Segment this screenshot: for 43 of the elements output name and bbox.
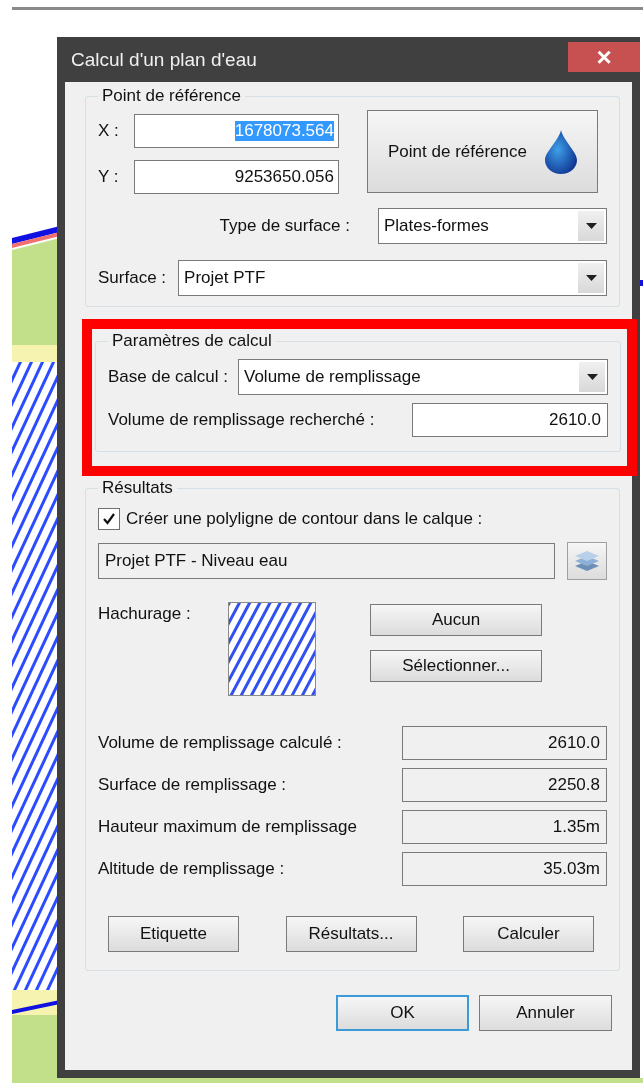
field-label: Hachurage :: [98, 604, 192, 624]
layers-button[interactable]: [567, 542, 607, 580]
caret-icon: [586, 374, 598, 380]
group-title: Point de référence: [101, 86, 242, 106]
caret-icon: [585, 275, 597, 281]
field-label: X :: [98, 121, 120, 141]
checkbox[interactable]: [98, 508, 120, 530]
input-field[interactable]: 2610.0: [412, 403, 608, 437]
field-label: Type de surface :: [219, 216, 350, 236]
readonly-field[interactable]: 1.35m: [402, 810, 607, 844]
field-label: Y :: [98, 167, 120, 187]
dialog-button[interactable]: OK: [336, 995, 469, 1031]
field-label: Altitude de remplissage :: [98, 859, 285, 879]
field-label: Volume de remplissage calculé :: [98, 733, 342, 753]
action-button[interactable]: Résultats...: [285, 916, 417, 952]
action-button[interactable]: Calculer: [463, 916, 594, 952]
readonly-field[interactable]: 2250.8: [402, 768, 607, 802]
layer-field[interactable]: Projet PTF - Niveau eau: [98, 543, 555, 579]
field-label: Base de calcul :: [108, 367, 228, 387]
field-label: Volume de remplissage recherché :: [108, 410, 375, 430]
group-title: Résultats: [101, 478, 174, 498]
dropdown[interactable]: Projet PTF: [178, 260, 607, 296]
action-button[interactable]: Etiquette: [108, 916, 239, 952]
dialog-button[interactable]: Annuler: [479, 995, 612, 1031]
input-field[interactable]: 9253650.056: [134, 160, 339, 194]
checkmark-icon: [102, 512, 116, 526]
window-title: Calcul d'un plan d'eau: [70, 48, 257, 71]
close-button[interactable]: ×: [568, 41, 640, 72]
readonly-field[interactable]: 2610.0: [402, 726, 607, 760]
checkbox-label[interactable]: Créer une polyligne de contour dans le calque :: [126, 509, 483, 529]
dropdown[interactable]: Volume de remplissage: [238, 359, 608, 395]
hatch-button[interactable]: Sélectionner...: [370, 650, 542, 682]
readonly-field[interactable]: 35.03m: [402, 852, 607, 886]
field-label: Surface de remplissage :: [98, 775, 287, 795]
water-drop-icon: [544, 129, 577, 174]
layers-icon: [574, 549, 600, 573]
field-label: Surface :: [98, 268, 167, 288]
hatch-button[interactable]: Aucun: [370, 604, 542, 636]
reference-point-button[interactable]: Point de référence: [367, 110, 598, 193]
field-label: Hauteur maximum de remplissage: [98, 817, 357, 837]
dropdown[interactable]: Plates-formes: [378, 208, 607, 244]
caret-icon: [585, 223, 597, 229]
group-title: Paramètres de calcul: [111, 331, 273, 351]
